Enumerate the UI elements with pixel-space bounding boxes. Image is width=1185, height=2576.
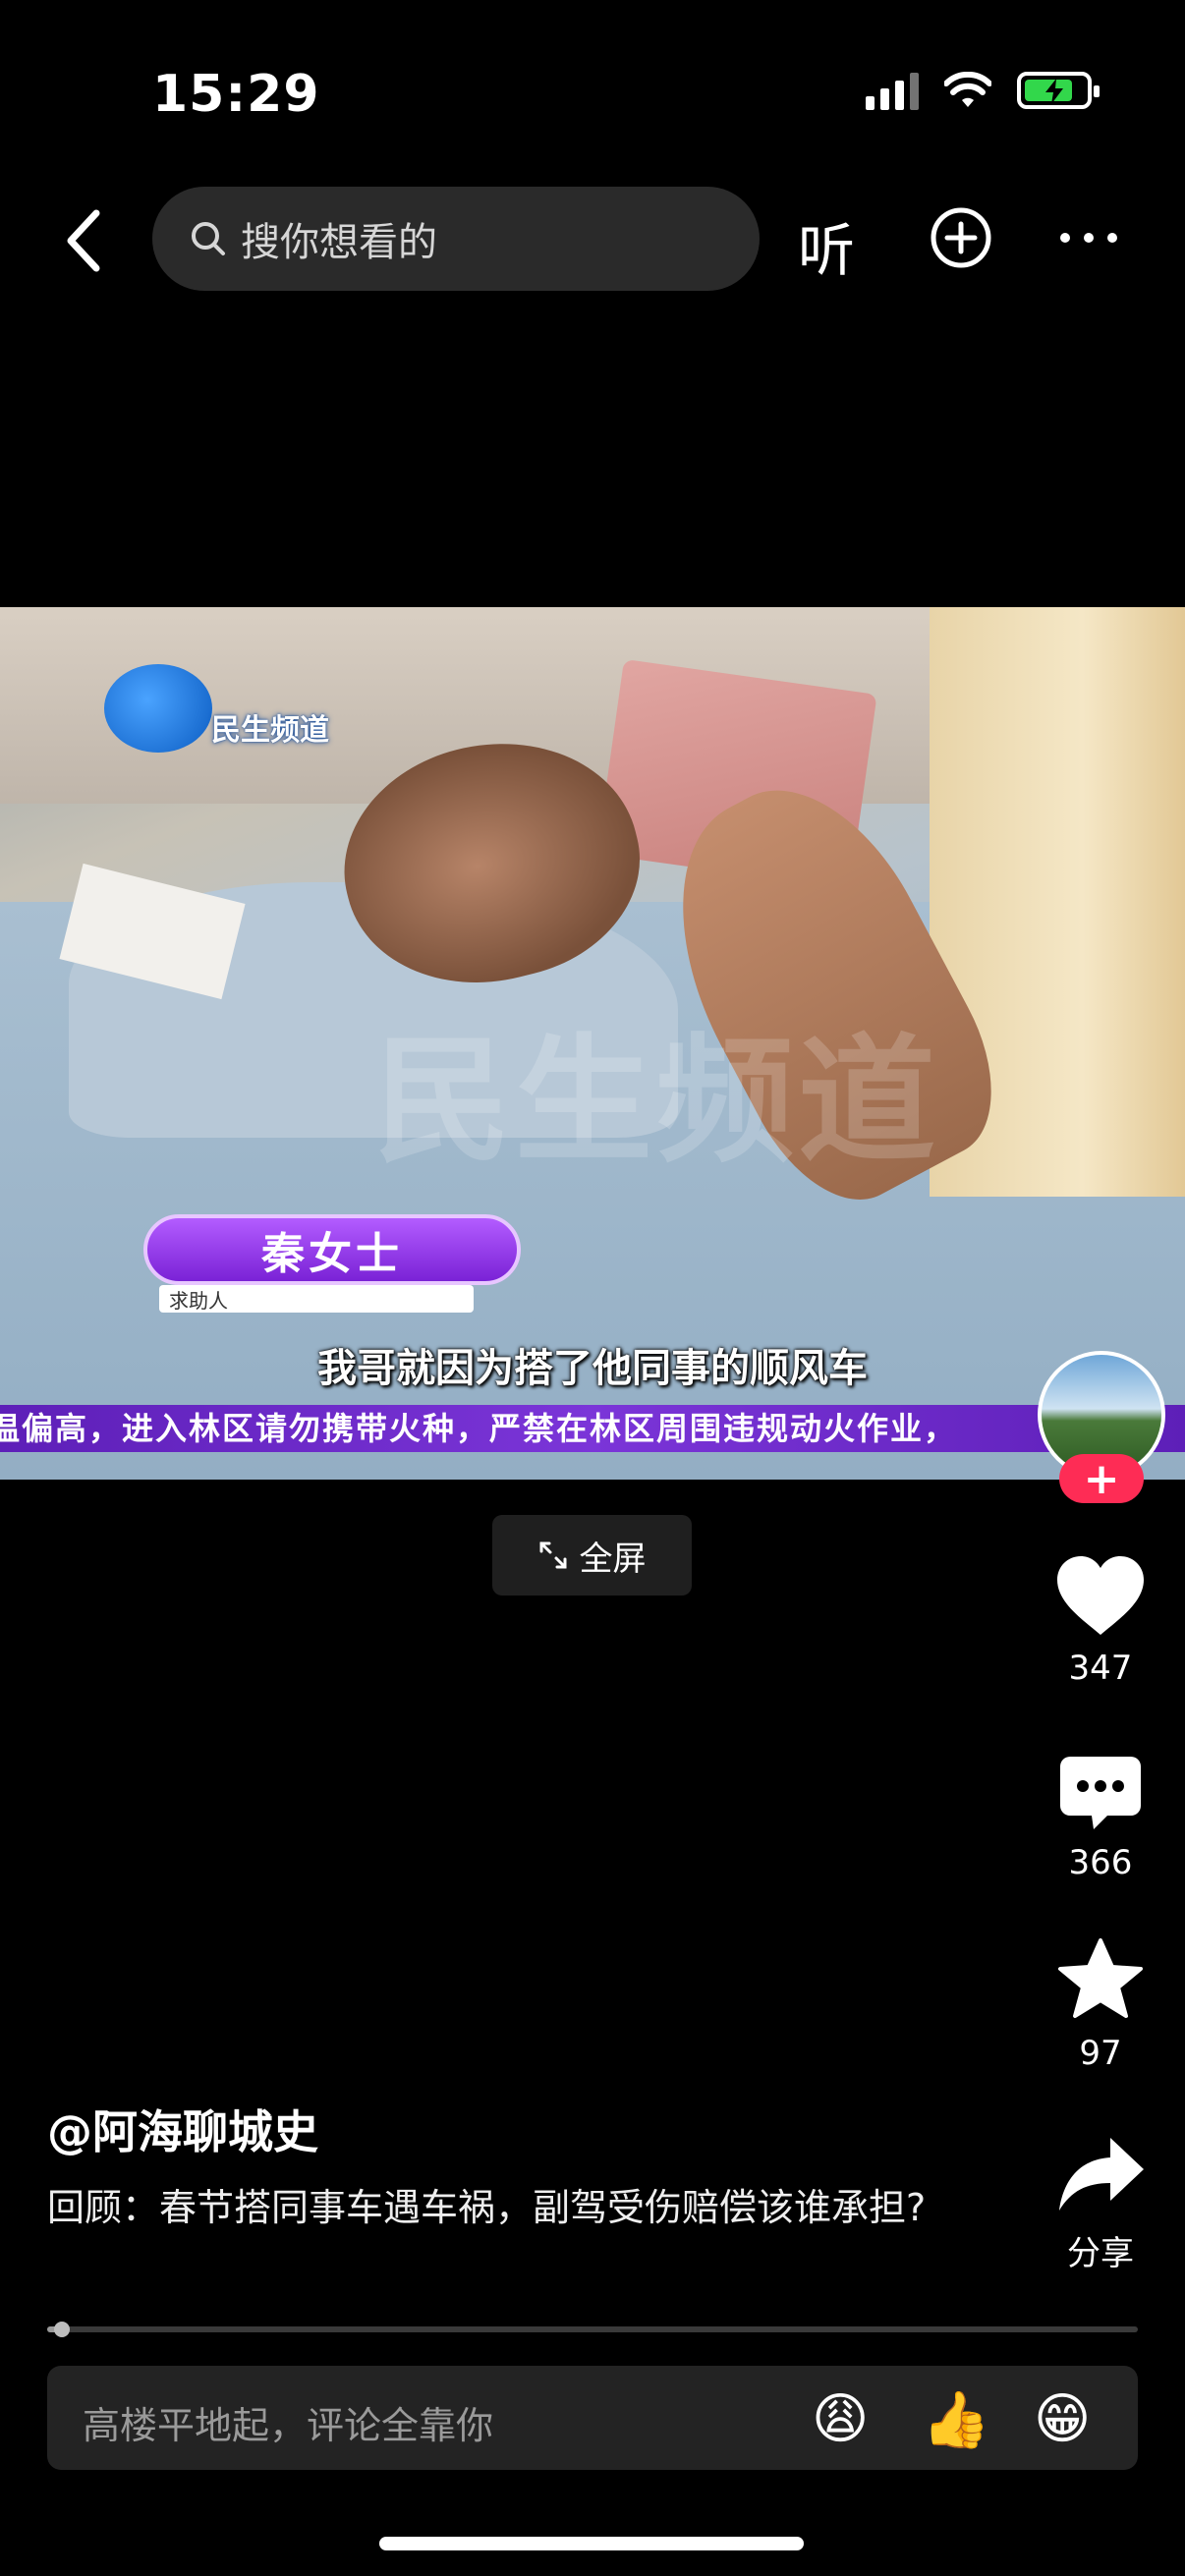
back-arrow-icon[interactable] [57, 201, 116, 280]
home-indicator[interactable] [379, 2537, 804, 2550]
wifi-icon [944, 72, 991, 107]
speaker-nameplate: 秦女士 [143, 1214, 521, 1285]
share-label: 分享 [1067, 2234, 1134, 2273]
video-subtitle: 我哥就因为搭了他同事的顺风车 [317, 1346, 868, 1391]
like-button[interactable]: 347 [1042, 1554, 1159, 1688]
comment-count: 366 [1068, 1843, 1133, 1882]
video-watermark: 民生频道 [373, 1022, 940, 1182]
status-icons [866, 71, 1100, 110]
comment-input-bar[interactable]: 高楼平地起，评论全靠你 😩 👍 😁 [47, 2366, 1138, 2470]
search-icon [192, 222, 225, 255]
video-player[interactable]: 民生频道 民生频道 秦女士 求助人 我哥就因为搭了他同事的顺风车 温偏高，进入林… [0, 607, 1185, 1480]
like-count: 347 [1068, 1649, 1133, 1688]
share-arrow-icon [1059, 2138, 1144, 2211]
favorite-button[interactable]: 97 [1042, 1937, 1159, 2073]
search-placeholder: 搜你想看的 [241, 220, 437, 265]
video-caption: 回顾：春节搭同事车遇车祸，副驾受伤赔偿该谁承担? [47, 2186, 927, 2229]
comment-placeholder: 高楼平地起，评论全靠你 [83, 2404, 494, 2447]
weary-face-emoji[interactable]: 😩 [812, 2387, 869, 2451]
star-icon [1058, 1938, 1143, 2018]
cellular-signal-icon [866, 71, 919, 110]
comment-bubble-icon [1060, 1757, 1141, 1829]
grinning-face-emoji[interactable]: 😁 [1034, 2387, 1091, 2451]
author-name[interactable]: @阿海聊城史 [47, 2097, 318, 2161]
comment-button[interactable]: 366 [1042, 1755, 1159, 1882]
share-button[interactable]: 分享 [1042, 2134, 1159, 2274]
news-ticker: 温偏高，进入林区请勿携带火种，严禁在林区周围违规动火作业， [0, 1405, 1185, 1452]
playback-progress-track[interactable] [47, 2326, 1138, 2332]
follow-button[interactable]: + [1059, 1454, 1144, 1504]
expand-icon [539, 1541, 566, 1569]
status-time: 15:29 [152, 65, 320, 124]
battery-icon [1017, 72, 1100, 109]
search-bar[interactable]: 搜你想看的 [152, 187, 760, 291]
add-circle-icon[interactable] [930, 206, 992, 269]
listen-button[interactable]: 听 [798, 204, 855, 287]
fullscreen-label: 全屏 [579, 1539, 647, 1579]
thumbs-up-emoji[interactable]: 👍 [922, 2387, 990, 2452]
news-ticker-text: 温偏高，进入林区请勿携带火种，严禁在林区周围违规动火作业， [0, 1410, 958, 1447]
favorite-count: 97 [1079, 2034, 1122, 2073]
more-options-icon[interactable] [1057, 228, 1120, 248]
speaker-role: 求助人 [159, 1285, 474, 1313]
heart-icon [1057, 1556, 1144, 1635]
channel-logo-text: 民生频道 [211, 713, 329, 748]
fullscreen-button[interactable]: 全屏 [492, 1515, 692, 1596]
channel-logo-icon [104, 664, 212, 753]
playback-progress-handle[interactable] [54, 2322, 71, 2337]
